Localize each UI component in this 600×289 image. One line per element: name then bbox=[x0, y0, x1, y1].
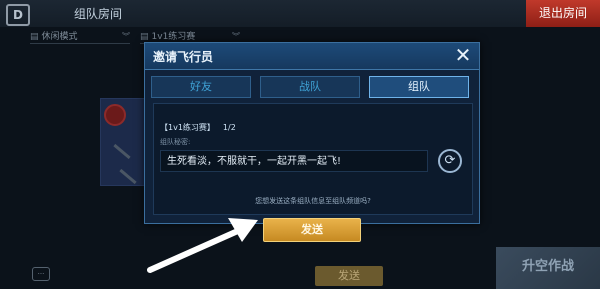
pointer-arrow-icon bbox=[147, 218, 258, 273]
